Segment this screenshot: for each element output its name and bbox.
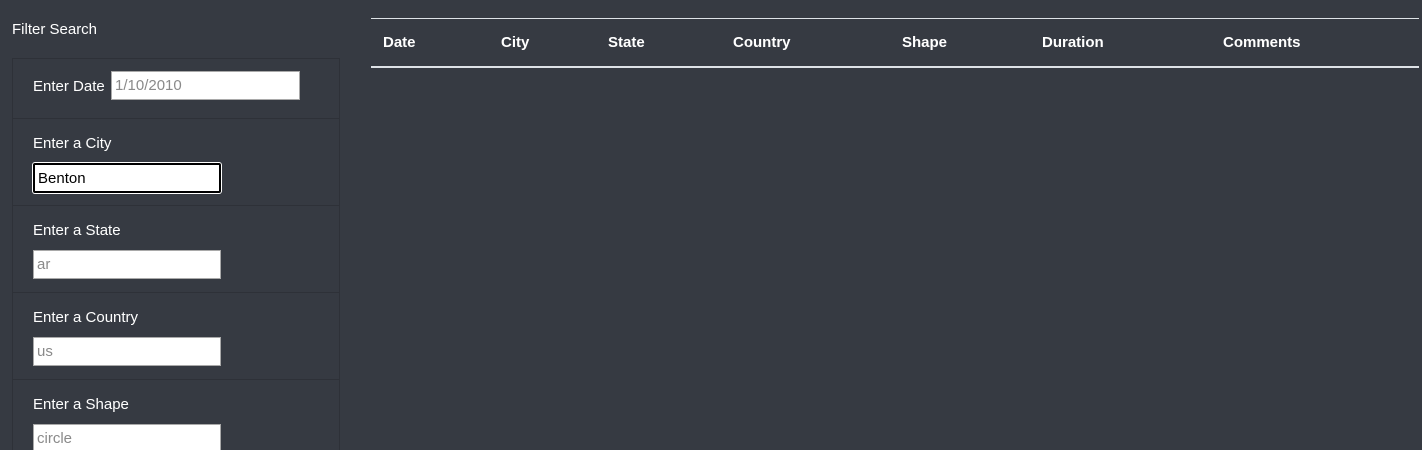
- column-header-comments: Comments: [1223, 34, 1301, 51]
- shape-filter-label: Enter a Shape: [33, 396, 129, 413]
- city-filter-input[interactable]: [33, 163, 221, 193]
- state-filter-label: Enter a State: [33, 222, 121, 239]
- filter-panel: Enter Date Enter a City Enter a State En…: [12, 58, 340, 450]
- table-header-row: Date City State Country Shape Duration C…: [371, 18, 1419, 67]
- column-header-country: Country: [733, 34, 791, 51]
- date-filter-input[interactable]: [111, 71, 300, 100]
- state-filter-input[interactable]: [33, 250, 221, 279]
- column-header-state: State: [608, 34, 645, 51]
- date-filter-label: Enter Date: [33, 78, 105, 95]
- filter-item-state: Enter a State: [13, 206, 339, 293]
- country-filter-input[interactable]: [33, 337, 221, 366]
- filter-item-country: Enter a Country: [13, 293, 339, 380]
- column-header-duration: Duration: [1042, 34, 1104, 51]
- column-header-city: City: [501, 34, 530, 51]
- column-header-shape: Shape: [902, 34, 948, 51]
- ufo-results-table: Date City State Country Shape Duration C…: [371, 18, 1419, 68]
- results-table-wrapper: Date City State Country Shape Duration C…: [371, 18, 1419, 68]
- filter-item-shape: Enter a Shape: [13, 380, 339, 450]
- city-filter-label: Enter a City: [33, 135, 112, 152]
- table-header: Date City State Country Shape Duration C…: [371, 18, 1419, 67]
- page: Filter Search Enter Date Enter a City En…: [0, 0, 1422, 450]
- column-header-date: Date: [383, 34, 416, 51]
- shape-filter-input[interactable]: [33, 424, 221, 450]
- filter-search-title: Filter Search: [12, 21, 98, 38]
- filter-item-city: Enter a City: [13, 119, 339, 206]
- country-filter-label: Enter a Country: [33, 309, 139, 326]
- filter-item-date: Enter Date: [13, 59, 339, 119]
